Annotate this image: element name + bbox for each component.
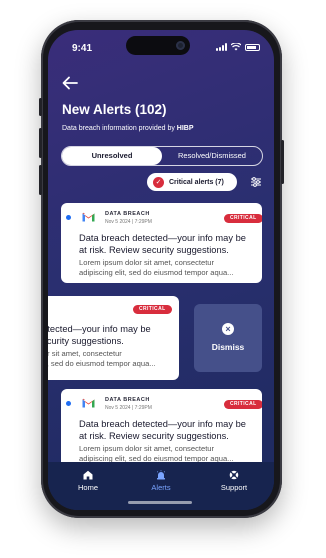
wifi-icon [231, 43, 241, 51]
alert-meta: DATA BREACH Nov 5 2024 | 7:29PM [105, 397, 152, 411]
alert-body-line: olor sit amet, consectetur [48, 349, 122, 358]
lifebuoy-icon [229, 470, 239, 480]
camera-lens [176, 41, 185, 50]
phone-mute-button [39, 98, 42, 116]
home-icon [83, 470, 93, 480]
nav-home-label: Home [77, 483, 98, 492]
critical-badge: CRITICAL [224, 214, 262, 223]
gmail-icon [82, 212, 95, 222]
nav-alerts-label: Alerts [151, 483, 171, 492]
page-subtitle: Data breach information provided by HIBP [62, 125, 194, 132]
alert-headline-line: security suggestions. [48, 335, 124, 346]
critical-alerts-filter-chip[interactable]: ✓ Critical alerts (7) [147, 173, 237, 191]
alert-headline: Data breach detected—your info may be at… [79, 233, 246, 256]
nav-support[interactable]: Support [204, 470, 264, 492]
alert-body: Lorem ipsum dolor sit amet, consectetur … [79, 258, 259, 278]
close-icon: × [222, 323, 234, 335]
phone-power-button [281, 140, 284, 184]
page-title: New Alerts (102) [62, 102, 167, 117]
phone-volume-down-button [39, 165, 42, 195]
alert-card[interactable]: DATA BREACH Nov 5 2024 | 7:29PM CRITICAL… [61, 389, 262, 469]
alert-body-line: Lorem ipsum dolor sit amet, consectetur [79, 258, 215, 267]
status-icons [216, 43, 260, 51]
nav-alerts[interactable]: Alerts [131, 470, 191, 492]
status-bar: 9:41 [48, 30, 274, 55]
alert-date: Nov 5 2024 | 7:29PM [105, 219, 152, 225]
status-tabs: Unresolved Resolved/Dismissed [61, 146, 263, 166]
critical-alerts-label: Critical alerts (7) [169, 178, 224, 186]
gmail-icon [82, 398, 95, 408]
alert-headline-line: Data breach detected—your info may be [79, 419, 246, 429]
alert-body-line: adipiscing elit, sed do eiusmod tempor a… [79, 268, 234, 277]
tab-unresolved[interactable]: Unresolved [62, 147, 162, 165]
alert-card-swiped[interactable]: CRITICAL detected—your info may be secur… [48, 296, 179, 380]
alert-body-line: elit, sed do eiusmod tempor aqua... [48, 359, 156, 368]
subtitle-text: Data breach information provided by [62, 125, 175, 132]
check-icon: ✓ [153, 176, 164, 188]
nav-home[interactable]: Home [58, 470, 118, 492]
alert-headline-line: at risk. Review security suggestions. [79, 430, 229, 441]
back-arrow-icon[interactable] [62, 76, 78, 90]
alert-body: olor sit amet, consectetur elit, sed do … [48, 349, 177, 369]
alert-headline: Data breach detected—your info may be at… [79, 419, 246, 442]
dynamic-island [126, 36, 190, 55]
critical-badge: CRITICAL [133, 305, 172, 314]
critical-badge: CRITICAL [224, 400, 262, 409]
tab-resolved-dismissed[interactable]: Resolved/Dismissed [162, 147, 262, 165]
signal-icon [216, 43, 227, 51]
alert-card[interactable]: DATA BREACH Nov 5 2024 | 7:29PM CRITICAL… [61, 203, 262, 283]
filter-sliders-icon[interactable] [250, 176, 262, 188]
alert-category: DATA BREACH [105, 211, 150, 217]
alert-bell-icon [156, 470, 166, 480]
alert-headline-line: at risk. Review security suggestions. [79, 244, 229, 255]
alert-body-line: Lorem ipsum dolor sit amet, consectetur [79, 444, 215, 453]
unread-dot [66, 401, 71, 406]
alert-meta: DATA BREACH Nov 5 2024 | 7:29PM [105, 211, 152, 225]
app-screen: 9:41 New Alerts (102) Data breach inform… [48, 30, 274, 510]
status-time: 9:41 [72, 43, 93, 54]
phone-volume-up-button [39, 128, 42, 158]
subtitle-brand: HIBP [176, 125, 194, 132]
battery-icon [245, 43, 260, 51]
alert-headline: detected—your info may be security sugge… [48, 324, 151, 347]
nav-support-label: Support [220, 483, 248, 492]
alert-body: Lorem ipsum dolor sit amet, consectetur … [79, 444, 259, 464]
unread-dot [66, 215, 71, 220]
alert-category: DATA BREACH [105, 397, 150, 403]
dismiss-button[interactable]: × Dismiss [194, 304, 262, 372]
alert-headline-line: Data breach detected—your info may be [79, 233, 246, 243]
alert-headline-line: detected—your info may be [48, 324, 151, 334]
alert-date: Nov 5 2024 | 7:29PM [105, 405, 152, 411]
home-indicator[interactable] [128, 501, 192, 504]
dismiss-label: Dismiss [211, 342, 245, 352]
